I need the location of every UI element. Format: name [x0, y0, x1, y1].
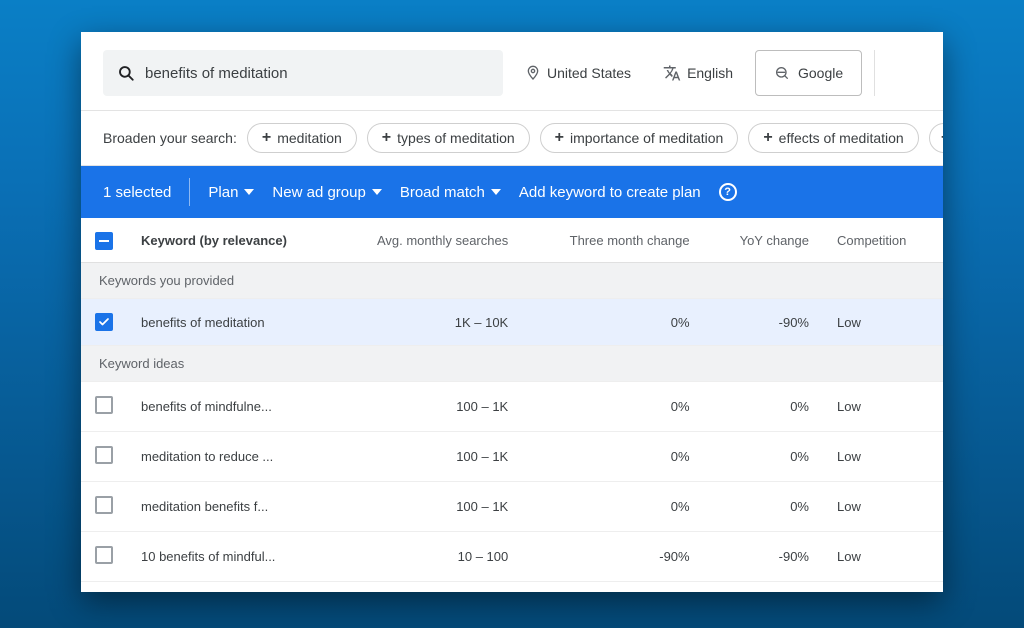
help-icon[interactable]: ?	[719, 183, 737, 201]
chip-label: types of meditation	[397, 130, 515, 146]
table-row[interactable]: benefits of meditation 1K – 10K 0% -90% …	[81, 299, 943, 346]
network-icon	[774, 65, 790, 81]
section-provided: Keywords you provided	[81, 263, 943, 299]
broaden-chip-3[interactable]: + effects of meditation	[748, 123, 918, 153]
language-label: English	[687, 65, 733, 81]
plus-icon: +	[555, 130, 564, 146]
column-yoy[interactable]: YoY change	[704, 218, 823, 263]
column-avg-searches[interactable]: Avg. monthly searches	[327, 218, 522, 263]
cell-keyword: meditation to reduce ...	[127, 432, 327, 482]
keyword-table: Keyword (by relevance) Avg. monthly sear…	[81, 218, 943, 582]
search-input[interactable]	[145, 65, 489, 82]
table-row[interactable]: 10 benefits of mindful... 10 – 100 -90% …	[81, 532, 943, 582]
broaden-label: Broaden your search:	[103, 130, 237, 146]
cell-yoy: -90%	[704, 532, 823, 582]
cell-competition: Low	[823, 532, 943, 582]
add-to-plan-button[interactable]: Add keyword to create plan	[519, 184, 701, 201]
location-label: United States	[547, 65, 631, 81]
cell-avg: 100 – 1K	[327, 482, 522, 532]
bluebar-divider	[189, 178, 190, 206]
table-row[interactable]: benefits of mindfulne... 100 – 1K 0% 0% …	[81, 382, 943, 432]
cell-yoy: 0%	[704, 482, 823, 532]
network-label: Google	[798, 65, 843, 81]
search-box[interactable]	[103, 50, 503, 96]
row-checkbox[interactable]	[95, 496, 113, 514]
caret-down-icon	[491, 189, 501, 195]
header-checkbox-cell	[81, 218, 127, 263]
column-competition[interactable]: Competition	[823, 218, 943, 263]
cell-avg: 10 – 100	[327, 532, 522, 582]
cell-three-month: 0%	[522, 432, 703, 482]
row-checkbox[interactable]	[95, 446, 113, 464]
topbar: United States English Google	[81, 32, 943, 111]
keyword-planner-card: United States English Google Broaden you…	[81, 32, 943, 592]
cell-yoy: -90%	[704, 299, 823, 346]
row-checkbox[interactable]	[95, 313, 113, 331]
topbar-divider	[874, 50, 875, 96]
cell-three-month: -90%	[522, 532, 703, 582]
caret-down-icon	[372, 189, 382, 195]
cell-avg: 1K – 10K	[327, 299, 522, 346]
chip-label: importance of meditation	[570, 130, 723, 146]
cell-competition: Low	[823, 299, 943, 346]
chip-label: meditation	[277, 130, 342, 146]
plus-icon: +	[763, 130, 772, 146]
cell-three-month: 0%	[522, 299, 703, 346]
plus-icon: +	[262, 130, 271, 146]
ad-group-label: New ad group	[272, 184, 365, 201]
search-icon	[117, 64, 135, 82]
cell-competition: Low	[823, 432, 943, 482]
match-label: Broad match	[400, 184, 485, 201]
section-ideas: Keyword ideas	[81, 346, 943, 382]
language-filter[interactable]: English	[653, 64, 743, 82]
broaden-chip-1[interactable]: + types of meditation	[367, 123, 530, 153]
row-checkbox[interactable]	[95, 546, 113, 564]
cell-competition: Low	[823, 382, 943, 432]
selected-count: 1 selected	[103, 184, 171, 201]
table-row[interactable]: meditation to reduce ... 100 – 1K 0% 0% …	[81, 432, 943, 482]
location-icon	[525, 65, 541, 81]
cell-three-month: 0%	[522, 382, 703, 432]
cell-keyword: benefits of mindfulne...	[127, 382, 327, 432]
add-to-plan-label: Add keyword to create plan	[519, 184, 701, 201]
cell-keyword: 10 benefits of mindful...	[127, 532, 327, 582]
cell-keyword: meditation benefits f...	[127, 482, 327, 532]
table-row[interactable]: meditation benefits f... 100 – 1K 0% 0% …	[81, 482, 943, 532]
ad-group-dropdown[interactable]: New ad group	[272, 184, 381, 201]
chip-label: effects of meditation	[779, 130, 904, 146]
cell-avg: 100 – 1K	[327, 382, 522, 432]
selection-action-bar: 1 selected Plan New ad group Broad match…	[81, 166, 943, 218]
cell-yoy: 0%	[704, 432, 823, 482]
translate-icon	[663, 64, 681, 82]
plus-icon: +	[382, 130, 391, 146]
broaden-chip-more[interactable]: +	[929, 123, 943, 153]
broaden-chip-2[interactable]: + importance of meditation	[540, 123, 739, 153]
caret-down-icon	[244, 189, 254, 195]
match-type-dropdown[interactable]: Broad match	[400, 184, 501, 201]
cell-three-month: 0%	[522, 482, 703, 532]
plan-dropdown[interactable]: Plan	[208, 184, 254, 201]
broaden-chip-0[interactable]: + meditation	[247, 123, 357, 153]
cell-competition: Low	[823, 482, 943, 532]
broaden-row: Broaden your search: + meditation + types …	[81, 111, 943, 166]
cell-keyword: benefits of meditation	[127, 299, 327, 346]
location-filter[interactable]: United States	[515, 65, 641, 81]
network-filter[interactable]: Google	[755, 50, 862, 96]
plan-label: Plan	[208, 184, 238, 201]
select-all-checkbox[interactable]	[95, 232, 113, 250]
cell-avg: 100 – 1K	[327, 432, 522, 482]
cell-yoy: 0%	[704, 382, 823, 432]
column-three-month[interactable]: Three month change	[522, 218, 703, 263]
plus-icon: +	[941, 130, 943, 146]
column-keyword[interactable]: Keyword (by relevance)	[127, 218, 327, 263]
row-checkbox[interactable]	[95, 396, 113, 414]
